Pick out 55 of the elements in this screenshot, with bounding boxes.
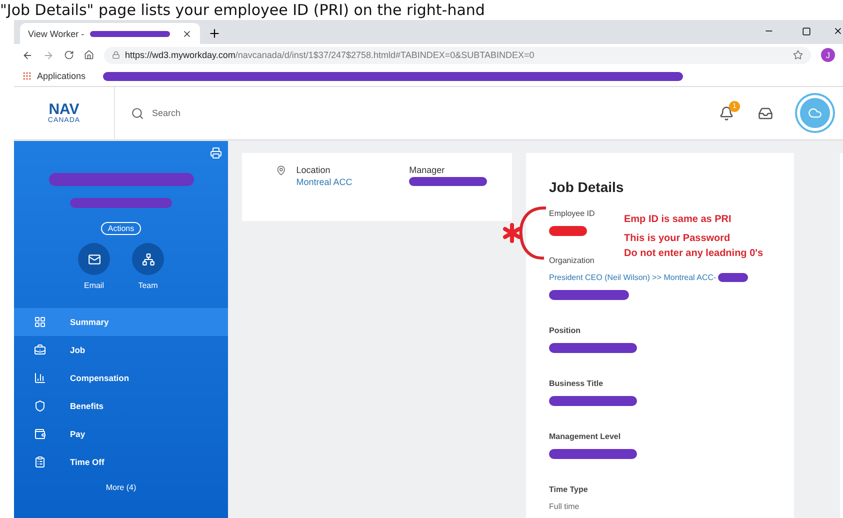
envelope-icon bbox=[88, 252, 100, 266]
annotation-note: Do not enter any leadning 0's bbox=[624, 249, 764, 259]
bracket-drawing bbox=[518, 205, 548, 261]
star-icon[interactable] bbox=[793, 50, 803, 60]
sidebar-item[interactable]: Compensation bbox=[14, 364, 228, 392]
field-value: Full time bbox=[549, 502, 580, 511]
caption-text: "Job Details" page lists your employee ID (PRI) on the right-hand bbox=[0, 0, 486, 20]
annotation-note: Emp ID is same as PRI bbox=[624, 215, 732, 225]
maximize-icon[interactable] bbox=[802, 27, 811, 36]
reload-icon[interactable] bbox=[64, 50, 74, 60]
field-label: Location bbox=[296, 165, 332, 175]
home-icon[interactable] bbox=[84, 50, 94, 60]
field-label: Employee ID bbox=[549, 209, 596, 218]
annotation-note: This is your Password bbox=[624, 234, 732, 244]
browser-tab[interactable]: View Worker - bbox=[20, 23, 200, 44]
location-link[interactable]: Montreal ACC bbox=[296, 177, 400, 187]
field-label: Position bbox=[549, 326, 582, 335]
cloud-icon bbox=[808, 106, 822, 120]
grid-icon bbox=[34, 316, 46, 328]
network-icon bbox=[142, 252, 154, 266]
bookmark-link[interactable]: Applications bbox=[37, 71, 86, 81]
location-pin-icon bbox=[276, 165, 286, 176]
search-icon bbox=[131, 106, 144, 120]
field-label: Manager bbox=[409, 165, 446, 175]
asterisk-drawing bbox=[502, 223, 522, 243]
field-value[interactable]: President CEO (Neil Wilson) >> Montreal ACC- bbox=[549, 273, 794, 282]
field-label: Time Type bbox=[549, 485, 589, 494]
sidebar-item[interactable]: Pay bbox=[14, 420, 228, 448]
bell-icon[interactable] bbox=[719, 106, 734, 120]
clipboard-icon bbox=[34, 456, 46, 468]
card-title: Job Details bbox=[549, 179, 625, 195]
profile-avatar[interactable]: J bbox=[821, 48, 835, 62]
lock-icon bbox=[112, 51, 120, 59]
sidebar-item[interactable]: Job bbox=[14, 336, 228, 364]
sidebar-item[interactable]: Summary bbox=[14, 308, 228, 336]
sidebar-item[interactable]: Time Off bbox=[14, 448, 228, 476]
actions-button[interactable]: Actions bbox=[100, 222, 142, 235]
inbox-icon[interactable] bbox=[758, 106, 773, 120]
briefcase-icon bbox=[34, 344, 46, 356]
close-icon[interactable] bbox=[182, 28, 192, 38]
apps-icon[interactable] bbox=[22, 71, 32, 81]
field-label: Management Level bbox=[549, 432, 622, 441]
field-label: Business Title bbox=[549, 379, 604, 388]
search-field[interactable]: Search bbox=[115, 106, 719, 120]
close-window-icon[interactable] bbox=[833, 26, 843, 36]
new-tab-icon[interactable] bbox=[208, 27, 221, 40]
address-bar[interactable]: https://wd3.myworkday.com/navcanada/d/inst/1$37/247$2758.htmld#TABINDEX=0&SUBTABINDEX=0 bbox=[104, 46, 811, 64]
sidebar-item[interactable]: Benefits bbox=[14, 392, 228, 420]
more-link[interactable]: More (4) bbox=[100, 482, 142, 493]
chart-icon bbox=[34, 372, 46, 384]
shield-icon bbox=[34, 400, 46, 412]
printer-icon[interactable] bbox=[210, 147, 222, 159]
wallet-icon bbox=[34, 428, 46, 440]
back-icon[interactable] bbox=[22, 50, 33, 60]
field-label: Organization bbox=[549, 256, 596, 265]
